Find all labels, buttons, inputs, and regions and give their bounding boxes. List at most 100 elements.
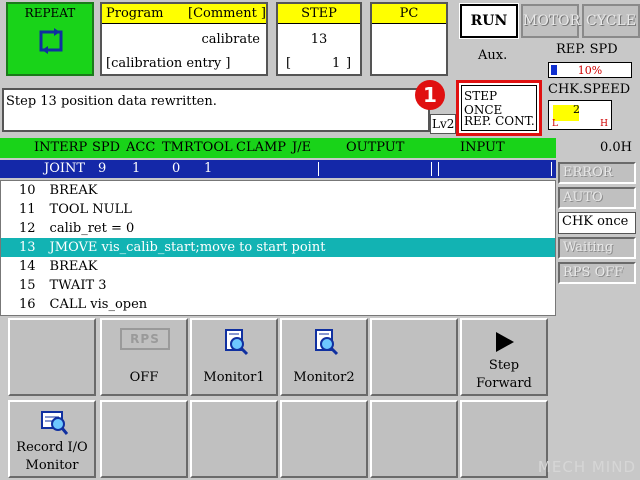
run-status-button[interactable]: RUN: [459, 3, 519, 39]
step-once-label: STEP ONCE: [464, 89, 503, 117]
line-number: 13: [19, 240, 36, 255]
step-data-row[interactable]: JOINT 9 1 0 1: [0, 160, 556, 178]
level-indicator[interactable]: Lv2: [430, 114, 457, 134]
col-tmr: TMR: [162, 140, 194, 155]
pc-header: PC: [372, 4, 446, 24]
aux-label[interactable]: Aux.: [478, 48, 507, 63]
check-speed-value: 2: [573, 103, 580, 116]
line-code: JMOVE vis_calib_start;move to start poin…: [49, 240, 326, 255]
pc-panel[interactable]: PC: [370, 2, 448, 76]
line-number: 10: [19, 183, 36, 198]
fkey-blank-3[interactable]: [100, 400, 188, 478]
repeat-label: REPEAT: [24, 6, 76, 20]
program-listing[interactable]: 10 BREAK 11 TOOL NULL 12 calib_ret = 0 13 JMOVE…: [0, 180, 556, 316]
program-line[interactable]: 10 BREAK: [1, 181, 555, 200]
line-code: TOOL NULL: [49, 202, 132, 217]
step-sub-value: 1: [332, 56, 341, 71]
program-line[interactable]: 16 CALL vis_open: [1, 295, 555, 314]
status-chk-once[interactable]: CHK once: [558, 212, 636, 234]
step-panel[interactable]: STEP 13 [ 1 ]: [276, 2, 362, 76]
program-line[interactable]: 13 JMOVE vis_calib_start;move to start po…: [1, 238, 555, 257]
rep-speed-label: REP. SPD: [556, 42, 618, 57]
input-field[interactable]: [438, 162, 552, 176]
acc-value: 1: [132, 161, 141, 176]
step-forward-button[interactable]: Step Forward: [460, 318, 548, 396]
program-header: Program: [106, 6, 164, 21]
monitor1-label: Monitor1: [203, 370, 265, 385]
program-line[interactable]: 11 TOOL NULL: [1, 200, 555, 219]
record-io-label-1: Record I/O: [16, 440, 88, 455]
line-number: 16: [19, 297, 36, 312]
record-io-label-2: Monitor: [25, 458, 79, 473]
monitor2-button[interactable]: Monitor2: [280, 318, 368, 396]
line-code: BREAK: [49, 259, 98, 274]
col-je: J/E: [292, 140, 312, 155]
program-header-bar: Program [Comment ]: [102, 4, 266, 24]
fkey-blank-1[interactable]: [8, 318, 96, 396]
interp-value: JOINT: [44, 161, 86, 176]
line-number: 11: [19, 202, 36, 217]
col-spd: SPD: [92, 140, 121, 155]
line-number: 15: [19, 278, 36, 293]
program-name: calibrate: [201, 32, 260, 47]
program-line[interactable]: 12 calib_ret = 0: [1, 219, 555, 238]
monitor-magnifier-icon: [315, 329, 339, 356]
monitor2-label: Monitor2: [293, 370, 355, 385]
tool-value: 1: [204, 161, 213, 176]
rep-cont-label: REP. CONT.: [464, 114, 535, 128]
program-panel[interactable]: Program [Comment ] calibrate [calibratio…: [100, 2, 268, 76]
output-field-end: [428, 162, 432, 176]
rep-speed-bar[interactable]: 10%: [548, 62, 632, 78]
status-waiting[interactable]: Waiting: [558, 237, 636, 259]
cycle-status-button[interactable]: CYCLE: [582, 4, 640, 38]
monitor-magnifier-icon: [225, 329, 249, 356]
line-code: calib_ret = 0: [49, 221, 135, 236]
tmr-value: 0: [172, 161, 181, 176]
step-header: STEP: [278, 4, 360, 24]
rps-icon: RPS: [120, 328, 170, 350]
record-io-monitor-button[interactable]: Record I/O Monitor: [8, 400, 96, 478]
check-speed-gauge[interactable]: 2 L H: [548, 100, 612, 130]
fkey-blank-6[interactable]: [370, 400, 458, 478]
col-acc: ACC: [126, 140, 156, 155]
fkey-blank-5[interactable]: [280, 400, 368, 478]
fkey-blank-7[interactable]: [460, 400, 548, 478]
record-monitor-icon: [41, 411, 68, 435]
col-input: INPUT: [460, 140, 505, 155]
step-forward-label-2: Forward: [476, 376, 532, 391]
program-line[interactable]: 14 BREAK: [1, 257, 555, 276]
rep-speed-value: 10%: [577, 64, 603, 77]
line-code: CALL vis_open: [49, 297, 148, 312]
step-sub-close: ]: [346, 56, 352, 71]
step-mode-frame: STEP ONCE REP. CONT.: [461, 85, 537, 131]
status-auto[interactable]: AUTO: [558, 187, 636, 209]
output-field[interactable]: [318, 162, 432, 176]
comment-header: [Comment ]: [188, 6, 266, 21]
line-code: BREAK: [49, 183, 98, 198]
message-text: Step 13 position data rewritten.: [6, 94, 217, 109]
repeat-mode-button[interactable]: REPEAT: [6, 2, 94, 76]
watermark: MECH MIND: [537, 458, 636, 476]
fkey-blank-2[interactable]: [370, 318, 458, 396]
message-area: Step 13 position data rewritten.: [2, 88, 430, 132]
rps-off-button[interactable]: RPS OFF: [100, 318, 188, 396]
line-number: 14: [19, 259, 36, 274]
fkey-blank-4[interactable]: [190, 400, 278, 478]
step-data-header: INTERP SPD ACC TMR TOOL CLAMP J/E OUTPUT…: [0, 138, 556, 158]
repeat-cycle-icon: [39, 28, 63, 54]
step-number: 13: [310, 32, 328, 47]
check-speed-high: H: [600, 119, 608, 129]
col-tool: TOOL: [194, 140, 233, 155]
status-error[interactable]: ERROR: [558, 162, 636, 184]
step-mode-panel[interactable]: STEP ONCE REP. CONT.: [456, 80, 542, 136]
status-rps-off[interactable]: RPS OFF: [558, 262, 636, 284]
program-line[interactable]: 15 TWAIT 3: [1, 276, 555, 295]
monitor1-button[interactable]: Monitor1: [190, 318, 278, 396]
spd-value: 9: [98, 161, 107, 176]
play-arrow-icon: [496, 332, 514, 352]
annotation-badge: 1: [415, 80, 445, 110]
col-output: OUTPUT: [346, 140, 405, 155]
col-clamp: CLAMP: [236, 140, 287, 155]
check-speed-label: CHK.SPEED: [548, 82, 631, 97]
motor-status-button[interactable]: MOTOR: [521, 4, 580, 38]
